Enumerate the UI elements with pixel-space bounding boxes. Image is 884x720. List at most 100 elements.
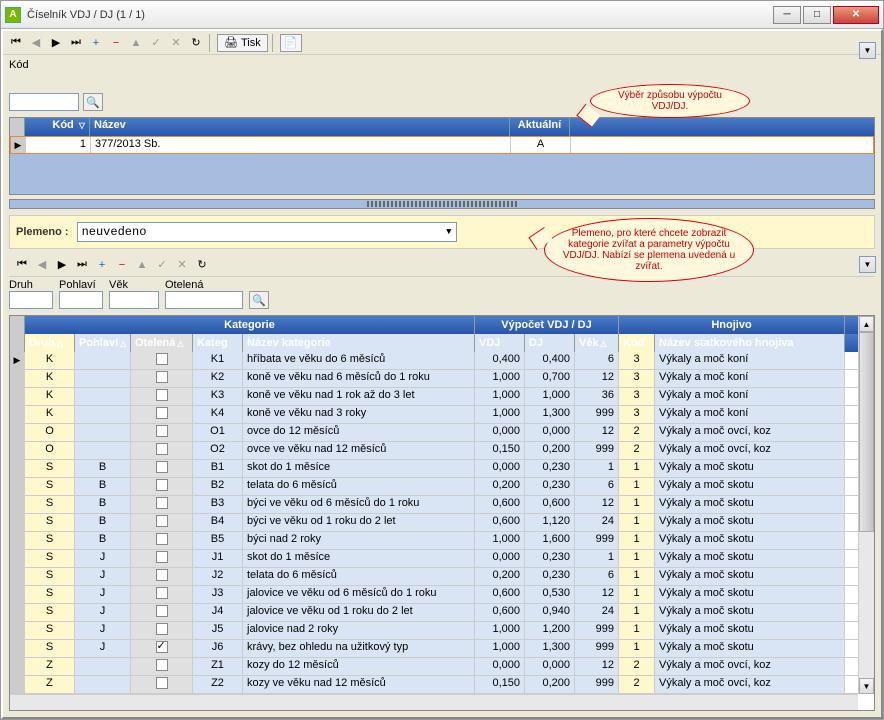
delete-button[interactable]: − [107,34,125,52]
sub-dropdown[interactable]: ▼ [859,256,876,273]
table-row[interactable]: SBB5býci nad 2 roky1,0001,6009991Výkaly … [10,532,874,550]
cell-nazev: 377/2013 Sb. [91,137,511,153]
header-dropdown[interactable]: ▼ [859,42,876,59]
app-window: A Číselník VDJ / DJ (1 / 1) ─ □ ✕ ⏮ ◀ ▶ … [0,0,884,720]
filter-pohlavi-input[interactable] [59,291,103,309]
nav-next-button[interactable]: ▶ [47,34,65,52]
col-header-kateg[interactable]: Kateg [193,334,243,352]
table-row[interactable]: ZZ2kozy ve věku nad 12 měsíců0,1500,2009… [10,676,874,694]
nav-first-button-2[interactable]: ⏮ [13,256,31,274]
nav-next-button-2[interactable]: ▶ [53,256,71,274]
col-header-aktualni[interactable]: Aktuální [510,118,570,136]
export-button[interactable]: 📄 [280,34,302,52]
search-button[interactable]: 🔍 [83,93,103,111]
col-header-vek[interactable]: Věk△ [575,334,619,352]
app-icon: A [5,7,21,23]
table-row[interactable]: SJJ4jalovice ve věku od 1 roku do 2 let0… [10,604,874,622]
close-button[interactable]: ✕ [833,6,879,24]
filter-druh-input[interactable] [9,291,53,309]
group-header-hnojivo: Hnojivo [619,316,845,334]
filter-row: Druh Pohlaví Věk Otelená 🔍 [9,279,875,309]
table-row[interactable]: SBB3býci ve věku od 6 měsíců do 1 roku0,… [10,496,874,514]
delete-button-2[interactable]: − [113,256,131,274]
print-button[interactable]: 🖨 Tisk [217,34,268,52]
nav-last-button[interactable]: ⏭ [67,34,85,52]
col-header-hnazev[interactable]: Název statkového hnojiva [655,334,845,352]
nav-first-button[interactable]: ⏮ [7,34,25,52]
col-header-kod[interactable]: Kód ▽ [25,118,90,136]
binoculars-icon: 🔍 [86,96,100,109]
window-title: Číselník VDJ / DJ (1 / 1) [27,9,773,21]
table-row[interactable]: KK2koně ve věku nad 6 měsíců do 1 roku1,… [10,370,874,388]
callout-vypocet: Výběr způsobu výpočtu VDJ/DJ. [590,84,750,118]
scroll-up-icon[interactable]: ▲ [859,316,874,332]
group-header-vypocet: Výpočet VDJ / DJ [475,316,619,334]
col-header-otelena[interactable]: Otelená△ [131,334,193,352]
scrollbar-vertical[interactable]: ▲ ▼ [858,316,874,694]
nav-last-button-2[interactable]: ⏭ [73,256,91,274]
col-header-nazev[interactable]: Název [90,118,510,136]
table-row[interactable]: ZZ1kozy do 12 měsíců0,0000,000122Výkaly … [10,658,874,676]
table-row[interactable]: SJJ6krávy, bez ohledu na užitkový typ1,0… [10,640,874,658]
kod-label: Kód [9,59,29,71]
confirm-button[interactable]: ✓ [147,34,165,52]
maximize-button[interactable]: □ [803,6,831,24]
table-row[interactable]: SJJ5jalovice nad 2 roky1,0001,2009991Výk… [10,622,874,640]
col-header-vdj[interactable]: VDJ [475,334,525,352]
table-row[interactable]: SBB1skot do 1 měsíce0,0000,23011Výkaly a… [10,460,874,478]
minimize-button[interactable]: ─ [773,6,801,24]
filter-druh-label: Druh [9,279,53,291]
table-row[interactable]: SBB2telata do 6 měsíců0,2000,23061Výkaly… [10,478,874,496]
table-row[interactable]: OO2ovce ve věku nad 12 měsíců0,1500,2009… [10,442,874,460]
table-row[interactable]: KK3koně ve věku nad 1 rok až do 3 let1,0… [10,388,874,406]
main-toolbar: ⏮ ◀ ▶ ⏭ + − ▲ ✓ ✕ ↻ 🖨 Tisk 📄 [3,31,881,55]
table-row[interactable]: SJJ1skot do 1 měsíce0,0000,23011Výkaly a… [10,550,874,568]
add-button[interactable]: + [87,34,105,52]
table-row[interactable]: KK4koně ve věku nad 3 roky1,0001,3009993… [10,406,874,424]
filter-otelena-input[interactable] [165,291,243,309]
print-icon: 🖨 [224,36,238,49]
col-header-nazevkat[interactable]: Název kategorie [243,334,475,352]
nav-prev-button[interactable]: ◀ [27,34,45,52]
plemeno-label: Plemeno : [16,226,69,238]
nav-prev-button-2[interactable]: ◀ [33,256,51,274]
cancel-button-2[interactable]: ✕ [173,256,191,274]
scroll-thumb[interactable] [859,332,874,532]
bottom-grid: Kategorie Výpočet VDJ / DJ Hnojivo Druh△… [9,315,875,711]
col-header-druh[interactable]: Druh△ [25,334,75,352]
confirm-button-2[interactable]: ✓ [153,256,171,274]
callout-plemeno: Plemeno, pro které chcete zobrazit kateg… [544,218,754,282]
col-header-dj[interactable]: DJ [525,334,575,352]
binoculars-icon: 🔍 [252,294,266,307]
group-header-kategorie: Kategorie [25,316,475,334]
table-row[interactable]: ▶KK1hříbata ve věku do 6 měsíců0,4000,40… [10,352,874,370]
table-row[interactable]: SJJ3jalovice ve věku od 6 měsíců do 1 ro… [10,586,874,604]
edit-button[interactable]: ▲ [127,34,145,52]
edit-button-2[interactable]: ▲ [133,256,151,274]
plemeno-select[interactable]: neuvedeno ▼ [77,222,457,242]
table-row[interactable]: SJJ2telata do 6 měsíců0,2000,23061Výkaly… [10,568,874,586]
filter-search-button[interactable]: 🔍 [249,291,269,309]
table-row[interactable]: SBB4býci ve věku od 1 roku do 2 let0,600… [10,514,874,532]
cell-kod: 1 [26,137,91,153]
top-grid-row[interactable]: ▶ 1 377/2013 Sb. A [10,136,874,154]
splitter[interactable] [9,199,875,209]
print-label: Tisk [241,37,261,49]
refresh-button[interactable]: ↻ [187,34,205,52]
plemeno-value: neuvedeno [82,225,147,239]
kod-input[interactable] [9,93,79,111]
col-header-hkod[interactable]: Kód [619,334,655,352]
scroll-down-icon[interactable]: ▼ [859,678,874,694]
top-grid: Kód ▽ Název Aktuální ▶ 1 377/2013 Sb. A [9,117,875,195]
cancel-button[interactable]: ✕ [167,34,185,52]
scrollbar-horizontal[interactable] [10,694,858,710]
add-button-2[interactable]: + [93,256,111,274]
row-indicator-icon: ▶ [11,137,26,153]
filter-pohlavi-label: Pohlaví [59,279,103,291]
col-header-pohlavi[interactable]: Pohlaví△ [75,334,131,352]
filter-vek-label: Věk [109,279,159,291]
refresh-button-2[interactable]: ↻ [193,256,211,274]
filter-vek-input[interactable] [109,291,159,309]
table-row[interactable]: OO1ovce do 12 měsíců0,0000,000122Výkaly … [10,424,874,442]
cell-aktualni: A [511,137,571,153]
